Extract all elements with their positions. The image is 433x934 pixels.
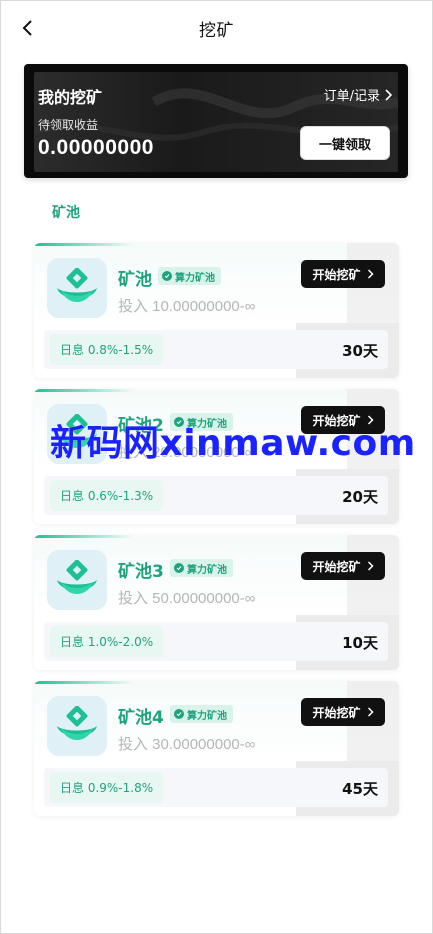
daily-rate: 日息 0.9%-1.8% <box>50 772 164 803</box>
pool-invest-range: 投入 50.00000000-∞ <box>118 590 256 607</box>
daily-rate: 日息 0.6%-1.3% <box>50 480 164 511</box>
pool-card: 矿池4 算力矿池 投入 30.00000000-∞ 开始挖矿 日息 0.9%-1… <box>34 681 399 816</box>
coin-hand-icon <box>47 258 107 318</box>
chevron-right-icon <box>367 561 374 571</box>
chevron-right-icon <box>385 88 392 101</box>
daily-rate: 日息 1.0%-2.0% <box>50 626 164 657</box>
pending-amount: 0.00000000 <box>38 136 154 159</box>
pool-name: 矿池3 <box>118 562 164 582</box>
orders-label: 订单/记录 <box>323 89 380 104</box>
summary-title: 我的挖矿 <box>38 88 103 107</box>
watermark: 新码网xinmaw.com <box>50 423 416 464</box>
start-mining-label: 开始挖矿 <box>312 559 361 574</box>
pool-card: 矿池 算力矿池 投入 10.00000000-∞ 开始挖矿 日息 0.8%-1.… <box>34 243 399 378</box>
pool-info-row: 日息 0.6%-1.3% 20天 <box>44 476 388 515</box>
pool-badge: 算力矿池 <box>158 267 221 285</box>
pool-name: 矿池 <box>118 270 152 290</box>
coin-hand-icon <box>47 550 107 610</box>
pool-badge: 算力矿池 <box>170 705 233 723</box>
pool-info-row: 日息 0.8%-1.5% 30天 <box>44 330 388 369</box>
card-accent-line <box>34 681 134 684</box>
check-circle-icon <box>174 709 184 719</box>
pool-badge-label: 算力矿池 <box>187 564 227 576</box>
card-accent-line <box>34 389 134 392</box>
pending-label: 待领取收益 <box>38 118 99 132</box>
check-circle-icon <box>174 563 184 573</box>
orders-link[interactable]: 订单/记录 <box>324 85 392 104</box>
pool-duration: 10天 <box>342 634 378 652</box>
pool-invest-range: 投入 30.00000000-∞ <box>118 736 256 753</box>
pool-badge: 算力矿池 <box>170 559 233 577</box>
page-title: 挖矿 <box>199 21 234 41</box>
chevron-right-icon <box>367 707 374 717</box>
check-circle-icon <box>162 271 172 281</box>
pool-name: 矿池4 <box>118 708 164 728</box>
section-label-pools: 矿池 <box>52 205 80 221</box>
start-mining-button[interactable]: 开始挖矿 <box>301 260 385 288</box>
pool-info-row: 日息 1.0%-2.0% 10天 <box>44 622 388 661</box>
mining-summary-card: 我的挖矿 订单/记录 待领取收益 0.00000000 一键领取 <box>24 64 408 178</box>
pool-badge-label: 算力矿池 <box>187 710 227 722</box>
top-bar: 挖矿 <box>0 0 433 56</box>
card-accent-line <box>34 243 134 246</box>
card-accent-line <box>34 535 134 538</box>
start-mining-button[interactable]: 开始挖矿 <box>301 552 385 580</box>
pool-info-row: 日息 0.9%-1.8% 45天 <box>44 768 388 807</box>
daily-rate: 日息 0.8%-1.5% <box>50 334 164 365</box>
start-mining-label: 开始挖矿 <box>312 705 361 720</box>
pool-badge-label: 算力矿池 <box>175 272 215 284</box>
pool-invest-range: 投入 10.00000000-∞ <box>118 298 256 315</box>
coin-hand-icon <box>47 696 107 756</box>
pool-card: 矿池3 算力矿池 投入 50.00000000-∞ 开始挖矿 日息 1.0%-2… <box>34 535 399 670</box>
pool-duration: 30天 <box>342 342 378 360</box>
chevron-right-icon <box>367 269 374 279</box>
pool-duration: 45天 <box>342 780 378 798</box>
start-mining-button[interactable]: 开始挖矿 <box>301 698 385 726</box>
pool-duration: 20天 <box>342 488 378 506</box>
claim-all-button[interactable]: 一键领取 <box>300 126 390 160</box>
start-mining-label: 开始挖矿 <box>312 267 361 282</box>
